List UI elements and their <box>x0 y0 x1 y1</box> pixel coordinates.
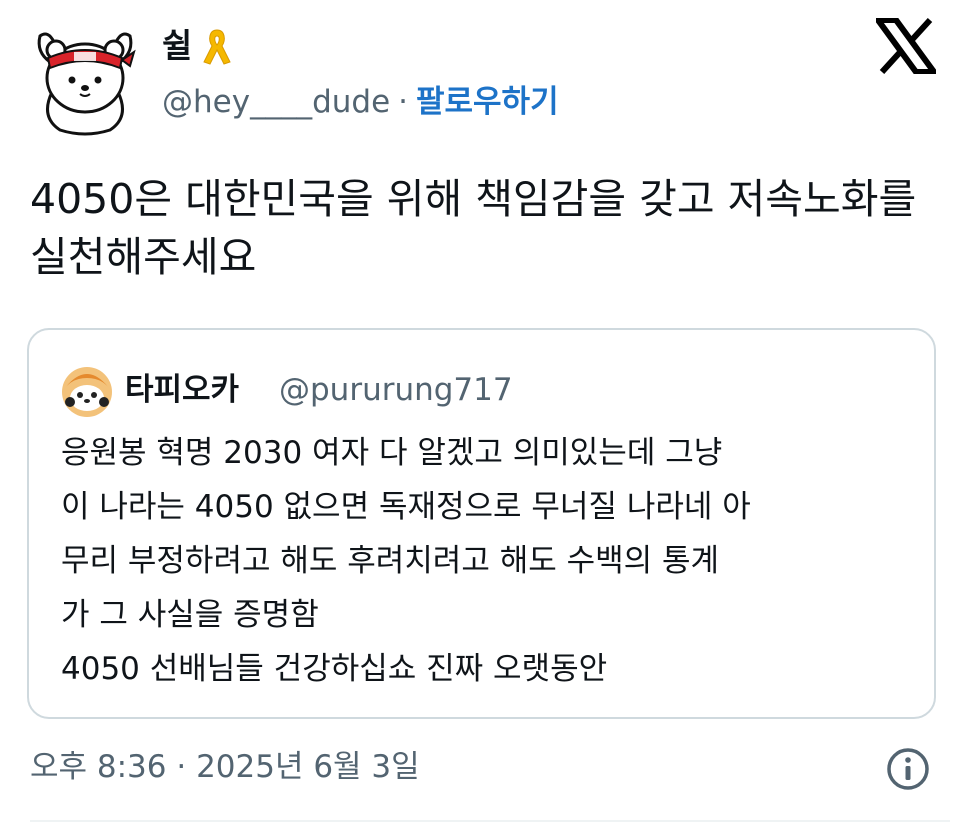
quoted-text-line: 4050 선배님들 건강하십쇼 진짜 오랫동안 <box>61 651 608 687</box>
x-logo-icon[interactable] <box>872 17 940 75</box>
quoted-text-line: 가 그 사실을 증명함 <box>61 597 319 633</box>
author-handle[interactable]: @hey____dude <box>162 84 390 120</box>
quoted-tweet-card[interactable]: 타피오카 @pururung717 응원봉 혁명 2030 여자 다 알겠고 의… <box>27 328 936 719</box>
separator-dot: · <box>398 84 408 120</box>
author-avatar[interactable] <box>30 22 140 136</box>
quoted-text-line: 이 나라는 4050 없으면 독재정으로 무너질 나라네 아 <box>61 489 751 525</box>
author-display-name-row[interactable]: 쉴 <box>162 26 234 66</box>
quoted-author-handle: @pururung717 <box>279 372 513 408</box>
tweet-text: 4050은 대한민국을 위해 책임감을 갖고 저속노화를 실천해주세요 <box>30 175 917 281</box>
tweet-timestamp[interactable]: 오후 8:36 · 2025년 6월 3일 <box>30 745 420 789</box>
quoted-text-line: 응원봉 혁명 2030 여자 다 알겠고 의미있는데 그냥 <box>61 435 723 471</box>
quoted-author-avatar[interactable] <box>61 366 113 418</box>
author-handle-row: @hey____dude · 팔로우하기 <box>162 82 559 122</box>
yellow-ribbon-icon <box>200 26 234 66</box>
quoted-text-line: 무리 부정하려고 해도 후려치려고 해도 수백의 통계 <box>61 543 720 579</box>
info-icon[interactable] <box>885 746 931 792</box>
quoted-tweet-text: 응원봉 혁명 2030 여자 다 알겠고 의미있는데 그냥 이 나라는 4050… <box>61 426 921 696</box>
quoted-author-name: 타피오카 <box>125 372 240 408</box>
follow-button[interactable]: 팔로우하기 <box>416 84 559 120</box>
author-display-name[interactable]: 쉴 <box>162 26 192 66</box>
bottom-divider <box>30 820 950 822</box>
